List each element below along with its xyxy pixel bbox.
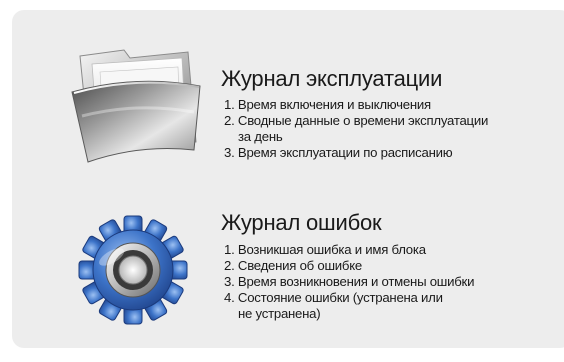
item-text: Состояние ошибки (устранена или (237, 290, 443, 305)
item-text: Время возникновения и отмены ошибки (237, 274, 475, 289)
item-number: 3. (224, 274, 235, 289)
item-number: 3. (224, 145, 235, 160)
item-text: Время эксплуатации по расписанию (237, 145, 453, 160)
item-text: Сведения об ошибке (237, 258, 362, 273)
item-list: 1. Время включения и выключения 2. Сводн… (224, 97, 564, 161)
section-title: Журнал ошибок (221, 210, 382, 235)
list-item: 1. Возникшая ошибка и имя блока (224, 242, 564, 258)
folder-icon (66, 46, 216, 166)
list-item: 4. Состояние ошибки (устранена или не ус… (224, 290, 564, 322)
item-number: 4. (224, 290, 235, 305)
item-number: 2. (224, 113, 235, 128)
item-text-continuation: не устранена) (238, 306, 321, 321)
item-number: 1. (224, 242, 235, 257)
info-card: Журнал эксплуатации 1. Время включения и… (12, 10, 564, 348)
list-item: 1. Время включения и выключения (224, 97, 564, 113)
item-text: Время включения и выключения (237, 97, 431, 112)
gear-icon (78, 212, 188, 328)
item-number: 2. (224, 258, 235, 273)
item-text: Сводные данные о времени эксплуатации (237, 113, 489, 128)
item-list: 1. Возникшая ошибка и имя блока 2. Сведе… (224, 242, 564, 322)
item-text: Возникшая ошибка и имя блока (237, 242, 426, 257)
list-item: 2. Сведения об ошибке (224, 258, 564, 274)
list-item: 2. Сводные данные о времени эксплуатации… (224, 113, 564, 145)
item-text-continuation: за день (238, 129, 283, 144)
section-title: Журнал эксплуатации (221, 66, 443, 91)
item-number: 1. (224, 97, 235, 112)
list-item: 3. Время возникновения и отмены ошибки (224, 274, 564, 290)
list-item: 3. Время эксплуатации по расписанию (224, 145, 564, 161)
